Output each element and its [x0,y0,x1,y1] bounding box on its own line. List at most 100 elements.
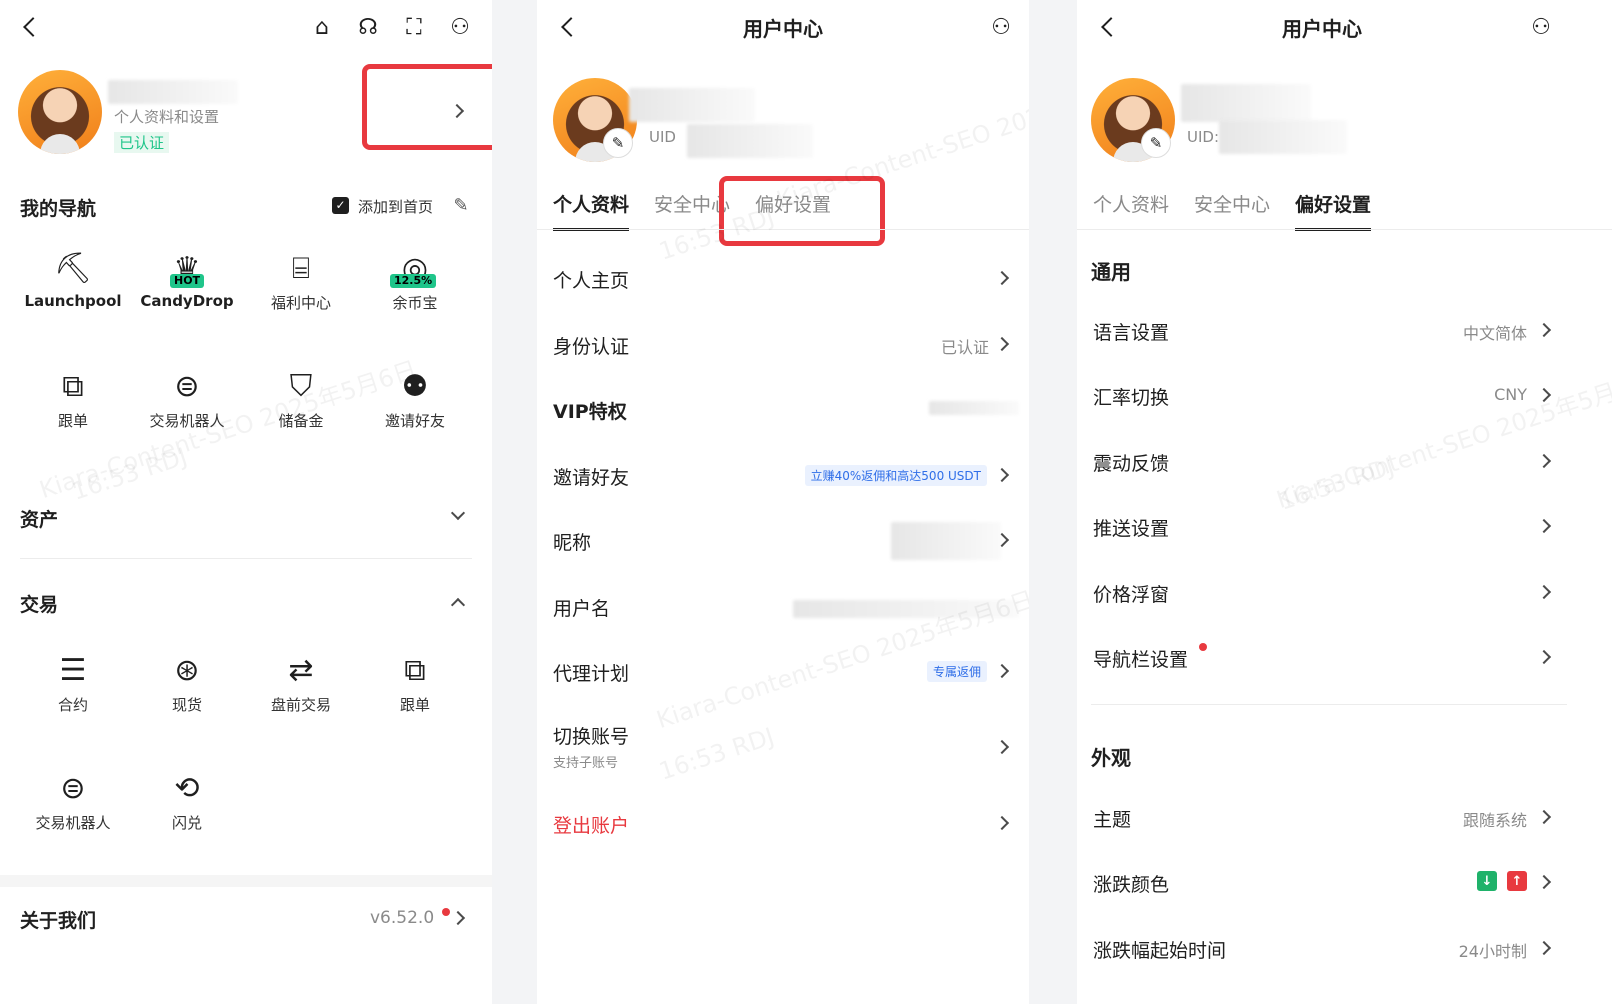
row-label: 导航栏设置 [1093,649,1189,671]
row-homepage[interactable]: 个人主页 [537,246,1029,312]
add-home-label[interactable]: 添加到首页 [358,196,433,217]
robot-service-icon[interactable]: ⌂ [308,12,336,42]
switch-account-icon[interactable]: ⚇ [987,12,1015,42]
username-redacted [629,88,755,122]
nav-item-label: 福利中心 [270,294,331,312]
row-value: 中文简体 [1462,324,1527,343]
highlight-box [719,176,885,246]
row-push[interactable]: 推送设置 [1077,494,1567,560]
trade-item-spot[interactable]: ⊛ 现货 [130,648,244,715]
divider [537,229,1029,230]
row-label: 用户名 [553,598,611,620]
verified-badge: 已认证 [114,132,170,153]
switch-account-icon[interactable]: ⚇ [1527,12,1555,42]
nav-item-invite[interactable]: ⚉ 邀请好友 [358,364,472,431]
edit-avatar-icon[interactable]: ✎ [603,128,633,158]
headset-icon[interactable]: ☊ [354,12,382,42]
tab-profile[interactable]: 个人资料 [1093,190,1169,217]
trade-item-swap[interactable]: ⟲ 闪兑 [130,766,244,833]
chevron-down-icon[interactable] [450,505,466,521]
row-username[interactable]: 用户名 [537,574,1029,640]
nav-item-label: CandyDrop [140,292,234,310]
tab-security[interactable]: 安全中心 [1194,190,1270,217]
row-value: 跟随系统 [1462,811,1527,830]
red-up-icon: ↑ [1507,871,1527,891]
username-value-redacted [793,600,1019,618]
row-price-float[interactable]: 价格浮窗 [1077,560,1567,626]
uid-label: UID [649,128,676,146]
gift-icon: ⌸ [292,250,310,286]
row-change-start[interactable]: 涨跌幅起始时间 24小时制 [1077,916,1567,982]
nav-item-candydrop[interactable]: ♛ HOT CandyDrop [130,246,244,311]
row-sublabel: 支持子账号 [553,756,619,771]
trade-item-premarket[interactable]: ⇄ 盘前交易 [244,648,358,715]
tab-preferences[interactable]: 偏好设置 [1295,190,1372,231]
trade-item-futures[interactable]: ☰ 合约 [16,648,130,715]
nav-item-reserve[interactable]: ⛉ 储备金 [244,364,358,431]
about-chevron-icon[interactable] [450,910,466,926]
nav-item-bot[interactable]: ⊜ 交易机器人 [130,364,244,431]
row-vip[interactable]: VIP特权 [537,377,1029,443]
row-label: 汇率切换 [1093,387,1170,409]
row-label: 切换账号 [553,726,630,748]
row-navbar[interactable]: 导航栏设置 [1077,625,1567,691]
nav-item-earn[interactable]: ◎ 12.5% 余币宝 [358,246,472,313]
row-nickname[interactable]: 昵称 [537,508,1029,574]
spot-icon: ⊛ [174,652,200,688]
row-language[interactable]: 语言设置 中文简体 [1077,298,1567,364]
robot-icon: ⊜ [60,770,86,806]
row-value: CNY [1494,385,1527,404]
chevron-right-icon [994,739,1010,755]
checkbox-icon[interactable]: ✓ [332,197,349,214]
trade-item-bot[interactable]: ⊜ 交易机器人 [16,766,130,833]
nav-item-copytrade[interactable]: ⧉ 跟单 [16,364,130,431]
general-title: 通用 [1091,260,1131,284]
panel-user-center-preferences: 用户中心 ⚇ ✎ UID: 个人资料 安全中心 偏好设置 通用 语言设置 中文简… [1077,0,1612,1004]
trade-item-label: 现货 [171,696,202,714]
scan-icon[interactable]: ⛶ [400,12,428,42]
switch-account-icon[interactable]: ⚇ [446,12,474,42]
page-title: 用户中心 [743,17,823,41]
tab-profile[interactable]: 个人资料 [553,190,630,231]
nav-item-label: 交易机器人 [149,412,225,430]
row-label: 个人主页 [553,270,630,292]
trade-item-label: 盘前交易 [270,696,331,714]
nav-item-welfare[interactable]: ⌸ 福利中心 [244,246,358,313]
row-switch-account[interactable]: 切换账号 支持子账号 [537,712,1029,788]
chevron-right-icon [1536,809,1552,825]
row-haptics[interactable]: 震动反馈 [1077,429,1567,495]
row-label: 涨跌颜色 [1093,874,1170,896]
nav-title: 我的导航 [20,198,97,220]
trade-item-copytrade[interactable]: ⧉ 跟单 [358,648,472,715]
row-updown-color[interactable]: 涨跌颜色 ↓ ↑ [1077,850,1567,916]
futures-icon: ☰ [59,652,87,688]
row-theme[interactable]: 主题 跟随系统 [1077,785,1567,851]
row-logout[interactable]: 登出账户 [537,791,1029,857]
hot-badge: HOT [170,274,205,288]
row-agent[interactable]: 代理计划 专属返佣 [537,639,1029,705]
chevron-up-icon[interactable] [450,597,466,613]
divider [1077,229,1612,230]
row-identity[interactable]: 身份认证 已认证 [537,312,1029,378]
trade-title: 交易 [20,594,59,616]
shield-icon: ⛉ [289,368,313,404]
row-label: 昵称 [553,532,592,554]
nav-item-launchpool[interactable]: ⛏ Launchpool [16,246,130,311]
robot-icon: ⊜ [174,368,200,404]
chevron-right-icon [1536,387,1552,403]
avatar[interactable] [18,70,102,154]
edit-icon[interactable]: ✎ [450,193,472,217]
back-icon[interactable] [23,17,43,37]
vip-redacted [929,401,1019,415]
edit-avatar-icon[interactable]: ✎ [1141,128,1171,158]
new-dot [1199,643,1207,651]
chevron-right-icon [994,336,1010,352]
row-invite[interactable]: 邀请好友 立赚40%返佣和高达500 USDT [537,443,1029,509]
row-currency[interactable]: 汇率切换 CNY [1077,363,1567,429]
trade-item-label: 交易机器人 [35,814,111,832]
appearance-title: 外观 [1091,746,1131,770]
chevron-right-icon [1536,518,1552,534]
about-title[interactable]: 关于我们 [20,906,96,933]
row-label: 语言设置 [1093,322,1170,344]
row-value: 24小时制 [1458,942,1527,961]
